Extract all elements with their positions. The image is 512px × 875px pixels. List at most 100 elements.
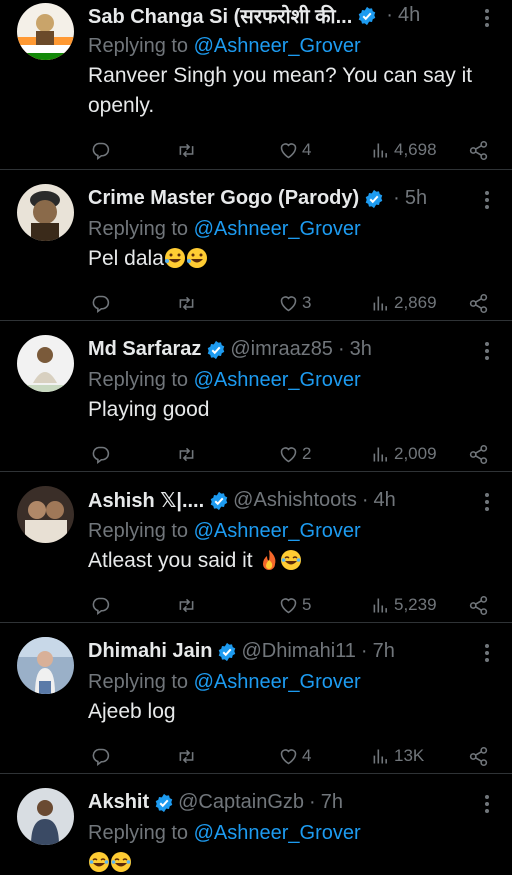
more-options-icon[interactable] xyxy=(484,794,490,814)
heart-icon xyxy=(280,446,297,462)
more-options-icon[interactable] xyxy=(484,190,490,210)
tweet-text-wrap: Pel dala xyxy=(88,244,496,274)
more-options-icon[interactable] xyxy=(484,643,490,663)
reply-icon xyxy=(92,597,110,615)
mention-link[interactable]: @Ashneer_Grover xyxy=(194,218,361,240)
display-name[interactable]: Crime Master Gogo (Parody) xyxy=(88,187,359,210)
like-button[interactable]: 4 xyxy=(278,745,311,767)
tweet-text-wrap xyxy=(88,848,496,875)
replying-to: Replying to @Ashneer_Grover xyxy=(88,516,496,546)
avatar[interactable] xyxy=(17,184,74,241)
like-button[interactable]: 4 xyxy=(278,139,311,161)
share-button[interactable] xyxy=(468,745,489,767)
more-options-icon[interactable] xyxy=(484,492,490,512)
separator-dot: · xyxy=(309,791,316,813)
avatar[interactable] xyxy=(17,486,74,543)
avatar[interactable] xyxy=(17,788,74,845)
separator-dot: · xyxy=(393,187,400,209)
user-handle[interactable]: @imraaz85 xyxy=(230,338,333,361)
tweet-text: Atleast you said it xyxy=(88,549,259,572)
retweet-button[interactable] xyxy=(176,443,197,465)
timestamp[interactable]: 4h xyxy=(398,4,420,27)
reply-tweet[interactable]: Sab Changa Si (सरफरोशी की... · 4h Replyi… xyxy=(0,0,512,170)
retweet-icon xyxy=(179,447,194,461)
mention-link[interactable]: @Ashneer_Grover xyxy=(194,35,361,57)
separator-dot: · xyxy=(360,640,368,662)
reply-button[interactable] xyxy=(90,443,111,465)
reply-button[interactable] xyxy=(90,139,111,161)
share-icon xyxy=(469,293,488,313)
share-button[interactable] xyxy=(468,139,489,161)
avatar[interactable] xyxy=(17,335,74,392)
reply-tweet[interactable]: Dhimahi Jain @Dhimahi11 · 7h Replying to… xyxy=(0,623,512,774)
timestamp[interactable]: 5h xyxy=(405,187,427,210)
heart-icon xyxy=(280,748,297,764)
reply-tweet[interactable]: Md Sarfaraz @imraaz85 · 3h Replying to @… xyxy=(0,321,512,472)
mention-link[interactable]: @Ashneer_Grover xyxy=(194,520,361,542)
replying-label: Replying to xyxy=(88,218,189,240)
display-name[interactable]: Akshit xyxy=(88,791,149,814)
mention-link[interactable]: @Ashneer_Grover xyxy=(194,671,361,693)
retweet-button[interactable] xyxy=(176,292,197,314)
verified-badge-icon xyxy=(365,189,383,208)
like-button[interactable]: 2 xyxy=(278,443,311,465)
display-name[interactable]: Md Sarfaraz xyxy=(88,338,201,361)
views-icon xyxy=(373,143,387,157)
reply-tweet[interactable]: Ashish 𝕏|.... @Ashishtoots · 4h Replying… xyxy=(0,472,512,623)
retweet-icon xyxy=(179,296,194,310)
tweet-text: Ajeeb log xyxy=(88,700,176,723)
timestamp[interactable]: 7h xyxy=(321,791,343,814)
avatar[interactable] xyxy=(17,3,74,60)
tweet-text-wrap: Atleast you said it xyxy=(88,546,496,576)
user-handle[interactable]: @Dhimahi11 xyxy=(241,640,355,663)
retweet-icon xyxy=(179,598,194,612)
views-button[interactable]: 13K xyxy=(370,745,424,767)
view-count: 4,698 xyxy=(394,140,437,159)
reply-button[interactable] xyxy=(90,594,111,616)
display-name[interactable]: Sab Changa Si (सरफरोशी की... xyxy=(88,2,352,29)
view-count: 13K xyxy=(394,746,425,765)
user-handle[interactable]: @Ashishtoots xyxy=(233,489,357,512)
mention-link[interactable]: @Ashneer_Grover xyxy=(194,822,361,844)
action-bar: 4 13K xyxy=(88,735,496,779)
replying-to: Replying to @Ashneer_Grover xyxy=(88,818,496,848)
display-name[interactable]: Dhimahi Jain xyxy=(88,640,212,663)
like-button[interactable]: 3 xyxy=(278,292,311,314)
like-button[interactable]: 5 xyxy=(278,594,311,616)
like-count: 5 xyxy=(302,595,312,614)
tweet-text: Ranveer Singh you mean? You can say it o… xyxy=(88,64,473,117)
timestamp[interactable]: 4h xyxy=(374,489,396,512)
views-button[interactable]: 2,869 xyxy=(370,292,437,314)
retweet-button[interactable] xyxy=(176,139,197,161)
retweet-button[interactable] xyxy=(176,594,197,616)
views-button[interactable]: 2,009 xyxy=(370,443,437,465)
views-button[interactable]: 5,239 xyxy=(370,594,437,616)
replying-label: Replying to xyxy=(88,369,189,391)
reply-tweet[interactable]: Akshit @CaptainGzb · 7h Replying to @Ash… xyxy=(0,774,512,875)
avatar[interactable] xyxy=(17,637,74,694)
replying-to: Replying to @Ashneer_Grover xyxy=(88,365,496,395)
replying-label: Replying to xyxy=(88,822,189,844)
reply-button[interactable] xyxy=(90,292,111,314)
retweet-button[interactable] xyxy=(176,745,197,767)
more-options-icon[interactable] xyxy=(484,341,490,361)
display-name[interactable]: Ashish 𝕏|.... xyxy=(88,488,204,513)
reply-button[interactable] xyxy=(90,745,111,767)
action-bar: 2 2,009 xyxy=(88,433,496,477)
views-icon xyxy=(373,296,387,310)
user-handle[interactable]: @CaptainGzb xyxy=(178,791,304,814)
timestamp[interactable]: 3h xyxy=(350,338,372,361)
reply-icon xyxy=(92,748,110,766)
separator-dot: · xyxy=(361,489,369,511)
mention-link[interactable]: @Ashneer_Grover xyxy=(194,369,361,391)
share-icon xyxy=(469,140,488,160)
share-button[interactable] xyxy=(468,443,489,465)
reply-tweet[interactable]: Crime Master Gogo (Parody) · 5h Replying… xyxy=(0,170,512,321)
verified-badge-icon xyxy=(210,491,228,510)
share-button[interactable] xyxy=(468,594,489,616)
verified-badge-icon xyxy=(359,6,376,25)
views-button[interactable]: 4,698 xyxy=(370,139,437,161)
share-button[interactable] xyxy=(468,292,489,314)
timestamp[interactable]: 7h xyxy=(373,640,395,663)
more-options-icon[interactable] xyxy=(484,8,490,28)
